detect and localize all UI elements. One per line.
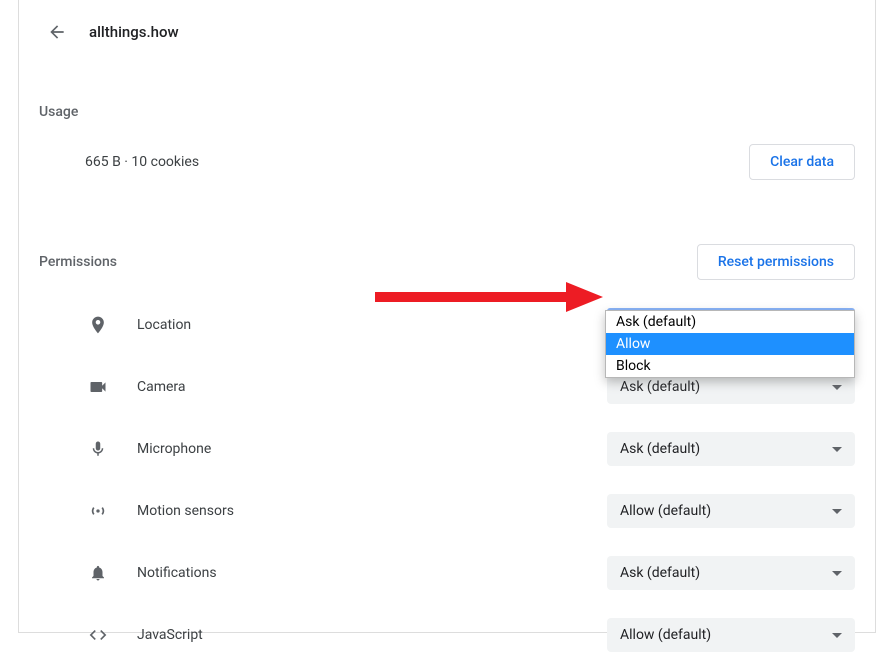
dropdown-value: Allow (default)	[620, 503, 711, 519]
permission-label: JavaScript	[137, 627, 203, 643]
camera-icon	[87, 376, 109, 398]
permission-row-notifications: Notifications Ask (default)	[39, 542, 855, 604]
dropdown-value: Ask (default)	[620, 565, 700, 581]
location-icon	[87, 314, 109, 336]
permission-row-motion: Motion sensors Allow (default)	[39, 480, 855, 542]
motion-dropdown[interactable]: Allow (default)	[607, 494, 855, 528]
permission-label: Motion sensors	[137, 503, 234, 519]
microphone-icon	[87, 438, 109, 460]
back-arrow-icon[interactable]	[45, 20, 69, 44]
bell-icon	[87, 562, 109, 584]
dropdown-option-ask[interactable]: Ask (default)	[606, 311, 854, 333]
code-icon	[87, 624, 109, 646]
javascript-dropdown[interactable]: Allow (default)	[607, 618, 855, 652]
permission-label: Location	[137, 317, 191, 333]
microphone-dropdown[interactable]: Ask (default)	[607, 432, 855, 466]
chevron-down-icon	[832, 633, 842, 638]
location-dropdown-popup[interactable]: Ask (default) Allow Block	[605, 310, 855, 378]
motion-icon	[87, 500, 109, 522]
site-title: allthings.how	[89, 23, 179, 41]
permission-label: Notifications	[137, 565, 217, 581]
permission-label: Microphone	[137, 441, 211, 457]
chevron-down-icon	[832, 509, 842, 514]
permission-label: Camera	[137, 379, 186, 395]
dropdown-value: Allow (default)	[620, 627, 711, 643]
dropdown-option-allow[interactable]: Allow	[606, 333, 854, 355]
dropdown-value: Ask (default)	[620, 379, 700, 395]
permissions-header: Permissions Reset permissions	[39, 244, 855, 280]
usage-text: 665 B · 10 cookies	[85, 154, 199, 170]
reset-permissions-button[interactable]: Reset permissions	[697, 244, 855, 280]
chevron-down-icon	[832, 385, 842, 390]
permission-row-javascript: JavaScript Allow (default)	[39, 604, 855, 666]
page-header: allthings.how	[39, 0, 855, 54]
chevron-down-icon	[832, 571, 842, 576]
dropdown-value: Ask (default)	[620, 441, 700, 457]
dropdown-option-block[interactable]: Block	[606, 355, 854, 377]
permission-row-microphone: Microphone Ask (default)	[39, 418, 855, 480]
clear-data-button[interactable]: Clear data	[749, 144, 855, 180]
chevron-down-icon	[832, 447, 842, 452]
usage-heading: Usage	[39, 104, 855, 120]
permissions-heading: Permissions	[39, 254, 117, 270]
usage-row: 665 B · 10 cookies Clear data	[39, 144, 855, 180]
notifications-dropdown[interactable]: Ask (default)	[607, 556, 855, 590]
